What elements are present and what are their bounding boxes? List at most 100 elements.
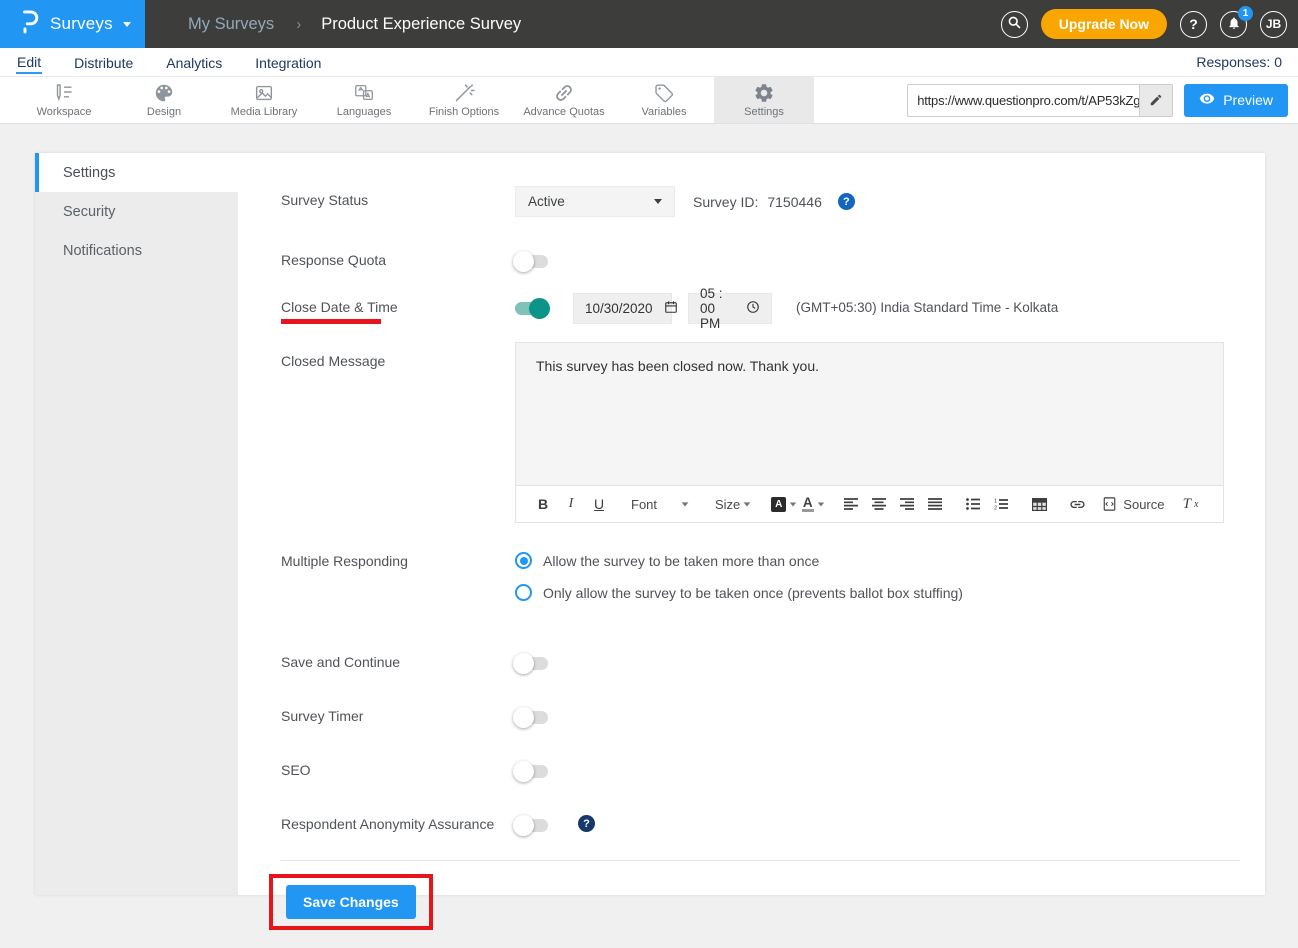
survey-status-label: Survey Status — [281, 186, 515, 208]
toolbar-item-variables[interactable]: Variables — [614, 77, 714, 123]
notifications-button[interactable]: 1 — [1220, 11, 1247, 38]
align-center-button[interactable] — [867, 492, 891, 516]
seo-toggle[interactable] — [515, 765, 548, 778]
tab-distribute[interactable]: Distribute — [73, 52, 134, 73]
align-center-icon — [872, 498, 886, 510]
tab-analytics[interactable]: Analytics — [165, 52, 223, 73]
pencil-icon — [1149, 93, 1163, 107]
bullet-list-button[interactable] — [961, 492, 985, 516]
edit-url-button[interactable] — [1139, 85, 1172, 116]
sidebar-item-settings[interactable]: Settings — [35, 153, 238, 192]
source-button[interactable]: Source — [1103, 492, 1164, 516]
survey-status-help-icon[interactable]: ? — [838, 193, 855, 210]
radio-option-once-only[interactable]: Only allow the survey to be taken once (… — [515, 584, 963, 601]
clock-icon — [746, 300, 760, 317]
multiple-responding-row: Multiple Responding Allow the survey to … — [281, 552, 1240, 616]
response-quota-toggle[interactable] — [515, 255, 548, 268]
product-switcher[interactable]: Surveys — [0, 0, 145, 48]
table-icon — [1032, 498, 1047, 511]
rich-text-toolbar: B I U Font Size — [516, 485, 1223, 522]
close-date-input[interactable]: 10/30/2020 — [573, 293, 672, 324]
survey-id-value: 7150446 — [767, 194, 822, 210]
chain-link-icon — [553, 82, 575, 104]
toolbar-item-design[interactable]: Design — [114, 77, 214, 123]
background-color-button[interactable]: A — [771, 492, 797, 516]
respondent-anonymity-toggle[interactable] — [515, 819, 548, 832]
top-bar: Surveys My Surveys › Product Experience … — [0, 0, 1298, 48]
toolbar-item-workspace[interactable]: Workspace — [14, 77, 114, 123]
toolbar-item-label: Variables — [641, 106, 686, 118]
radio-selected-icon — [515, 552, 532, 569]
toolbar-item-languages[interactable]: Languages — [314, 77, 414, 123]
tab-integration[interactable]: Integration — [254, 52, 322, 73]
closed-message-text[interactable]: This survey has been closed now. Thank y… — [516, 343, 1223, 485]
save-and-continue-label: Save and Continue — [281, 648, 515, 670]
upgrade-now-button[interactable]: Upgrade Now — [1041, 9, 1167, 39]
chevron-down-icon — [654, 199, 662, 204]
survey-url-text: https://www.questionpro.com/t/AP53kZgfo — [908, 85, 1139, 116]
text-color-button[interactable]: A — [801, 492, 825, 516]
close-time-input[interactable]: 05 : 00 PM — [688, 293, 772, 324]
save-and-continue-row: Save and Continue — [281, 648, 1240, 670]
toolbar-item-label: Design — [147, 106, 181, 118]
red-annotation-box: Save Changes — [269, 874, 433, 930]
survey-timer-toggle[interactable] — [515, 711, 548, 724]
avatar[interactable]: JB — [1260, 11, 1287, 38]
align-left-button[interactable] — [839, 492, 863, 516]
notification-count-badge: 1 — [1238, 6, 1253, 21]
insert-link-button[interactable] — [1065, 492, 1089, 516]
save-row: Save Changes — [281, 874, 1240, 930]
align-right-button[interactable] — [895, 492, 919, 516]
survey-id-area: Survey ID: 7150446 ? — [693, 186, 855, 210]
insert-table-button[interactable] — [1027, 492, 1051, 516]
svg-text:1: 1 — [994, 499, 997, 505]
size-dropdown[interactable]: Size — [709, 492, 757, 516]
toolbar-item-settings[interactable]: Settings — [714, 77, 814, 123]
calendar-icon — [664, 300, 678, 317]
settings-form: Survey Status Active Survey ID: 7150446 … — [238, 153, 1265, 895]
survey-url-area: https://www.questionpro.com/t/AP53kZgfo … — [907, 77, 1298, 123]
save-and-continue-toggle[interactable] — [515, 657, 548, 670]
sidebar-item-security[interactable]: Security — [35, 192, 238, 231]
numbered-list-button[interactable]: 12 — [989, 492, 1013, 516]
bullet-list-icon — [966, 498, 980, 510]
search-button[interactable] — [1001, 11, 1028, 38]
tab-edit[interactable]: Edit — [16, 51, 42, 74]
responses-count: Responses: 0 — [1196, 54, 1282, 70]
toolbar-item-finish-options[interactable]: Finish Options — [414, 77, 514, 123]
sidebar-item-notifications[interactable]: Notifications — [35, 231, 238, 270]
bold-button[interactable]: B — [531, 492, 555, 516]
radio-unselected-icon — [515, 584, 532, 601]
tag-icon — [653, 82, 675, 104]
top-bar-actions: Upgrade Now ? 1 JB — [1001, 0, 1298, 48]
survey-id-label: Survey ID: — [693, 194, 758, 210]
preview-button[interactable]: Preview — [1184, 84, 1288, 117]
numbered-list-icon: 12 — [994, 498, 1008, 510]
toolbar-item-label: Settings — [744, 106, 784, 118]
settings-sidebar: Settings Security Notifications — [35, 153, 238, 895]
breadcrumb-my-surveys[interactable]: My Surveys — [188, 15, 274, 34]
close-date-toggle[interactable] — [515, 302, 548, 315]
help-button[interactable]: ? — [1180, 11, 1207, 38]
toolbar-item-advance-quotas[interactable]: Advance Quotas — [514, 77, 614, 123]
questionpro-logo-icon — [20, 9, 40, 39]
radio-option-multiple-allowed[interactable]: Allow the survey to be taken more than o… — [515, 552, 963, 569]
align-justify-button[interactable] — [923, 492, 947, 516]
palette-icon — [153, 82, 175, 104]
close-date-label: Close Date & Time — [281, 293, 515, 324]
survey-status-select[interactable]: Active — [515, 186, 675, 217]
response-quota-row: Response Quota — [281, 246, 1240, 268]
workspace-icon — [53, 82, 75, 104]
toolbar-item-media-library[interactable]: Media Library — [214, 77, 314, 123]
chevron-down-icon — [790, 502, 796, 506]
font-dropdown[interactable]: Font — [625, 492, 695, 516]
survey-url-field[interactable]: https://www.questionpro.com/t/AP53kZgfo — [907, 84, 1173, 117]
remove-format-button[interactable]: Tx — [1179, 492, 1203, 516]
page-content: Settings Security Notifications Survey S… — [0, 124, 1298, 948]
respondent-anonymity-help-icon[interactable]: ? — [578, 815, 595, 832]
underline-button[interactable]: U — [587, 492, 611, 516]
save-changes-button[interactable]: Save Changes — [286, 885, 416, 919]
survey-timer-label: Survey Timer — [281, 702, 515, 724]
link-icon — [1069, 496, 1086, 513]
italic-button[interactable]: I — [559, 492, 583, 516]
